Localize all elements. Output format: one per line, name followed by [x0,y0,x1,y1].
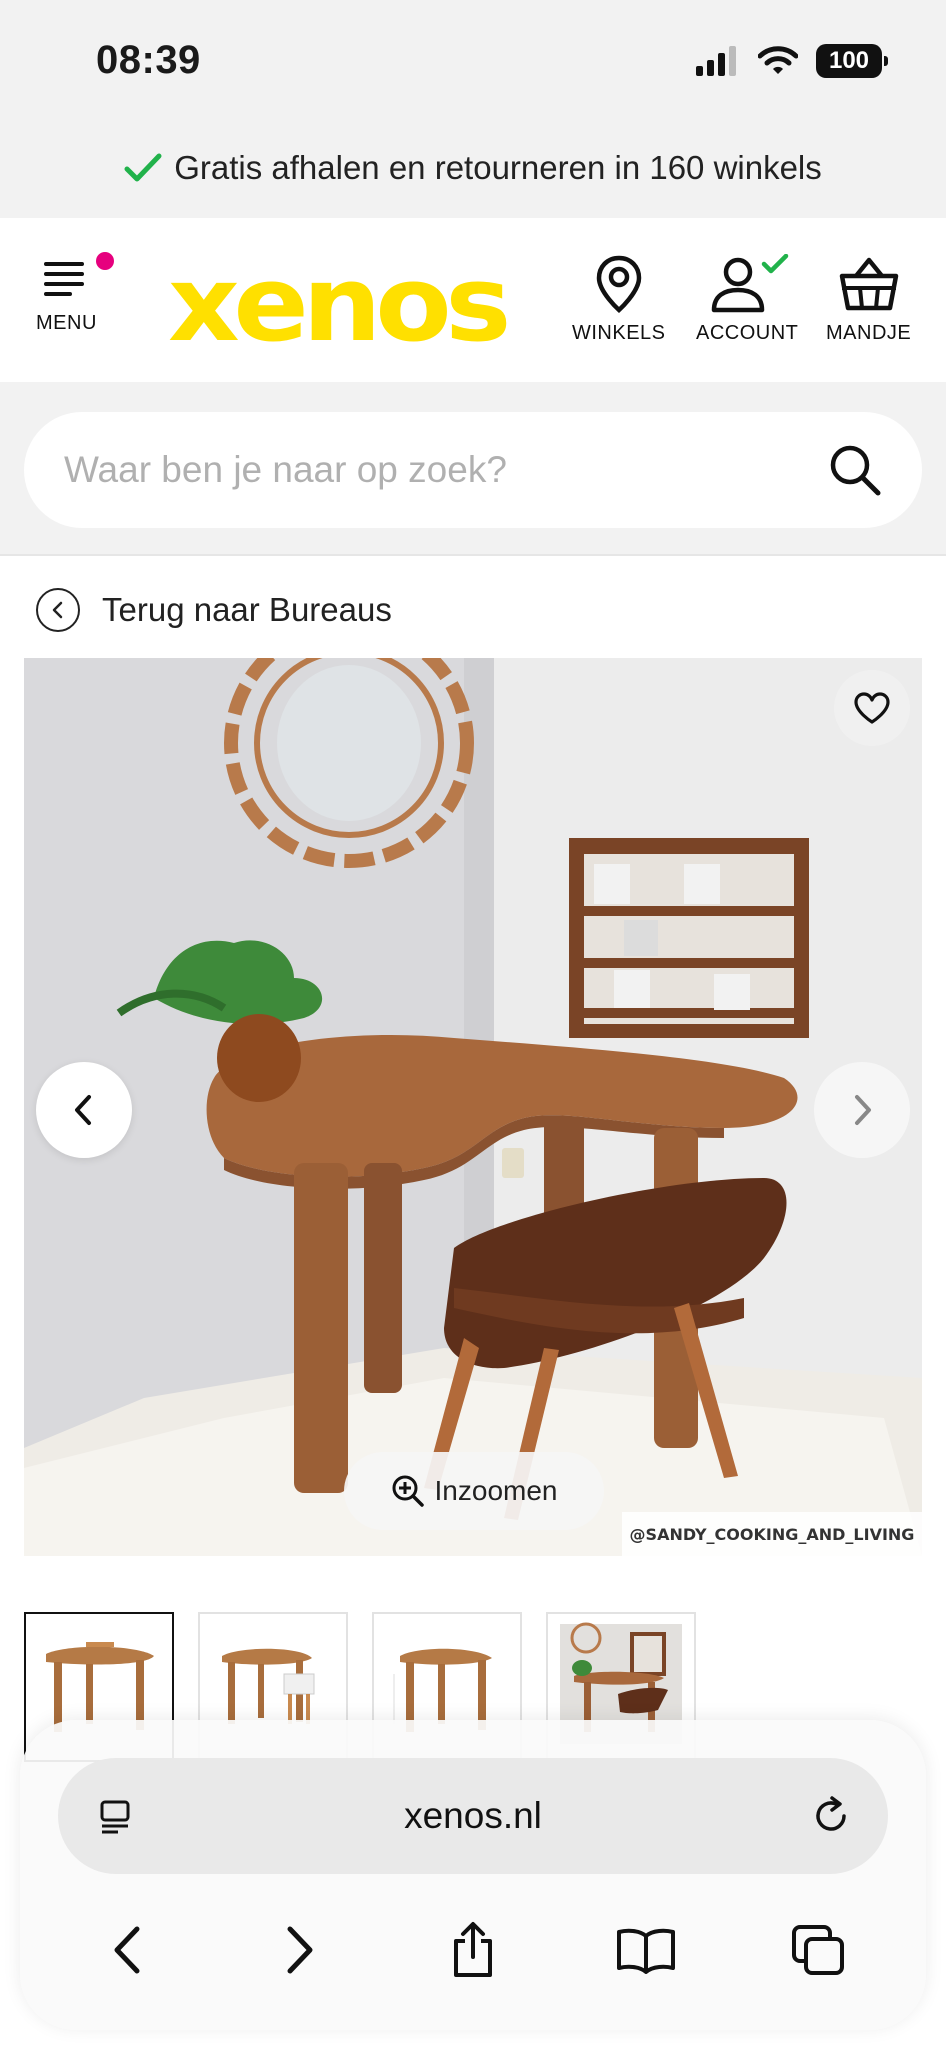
check-icon [124,153,162,182]
basket-icon [839,257,898,311]
heart-icon [854,692,890,724]
search-input[interactable]: Waar ben je naar op zoek? [24,412,922,528]
account-label: ACCOUNT [696,322,799,344]
search-icon[interactable] [828,443,882,497]
product-image-gallery[interactable]: Inzoomen @SANDY_COOKING_AND_LIVING [24,658,922,1556]
signal-icon [696,46,736,76]
promo-text: Gratis afhalen en retourneren in 160 win… [174,149,822,186]
favorite-button[interactable] [834,670,910,746]
wifi-icon [758,46,798,74]
next-image-button[interactable] [814,1062,910,1158]
notification-dot [96,252,115,270]
back-to-category-link[interactable]: Terug naar Bureaus [36,588,392,632]
location-pin-icon [596,255,642,314]
search-section: Waar ben je naar op zoek? [0,382,946,556]
reload-icon[interactable] [810,1794,854,1843]
user-icon [711,254,789,313]
battery-icon: 100 [816,44,888,78]
zoom-in-icon [392,1475,424,1507]
back-label: Terug naar Bureaus [102,591,392,628]
site-header: MENU xenos WINKELS ACCOUNT MANDJE [0,218,946,382]
reader-icon[interactable] [96,1796,136,1841]
cart-button[interactable]: MANDJE [826,254,911,345]
previous-image-button[interactable] [36,1062,132,1158]
chevron-left-circle-icon [36,588,80,632]
status-bar: 08:39 100 [0,0,946,118]
stores-button[interactable]: WINKELS [572,254,666,345]
browser-forward-icon[interactable] [260,1910,340,1990]
photo-credit: @SANDY_COOKING_AND_LIVING [622,1512,922,1556]
url-text[interactable]: xenos.nl [404,1795,542,1837]
tabs-icon[interactable] [779,1910,859,1990]
product-photo [24,658,922,1556]
browser-back-icon[interactable] [87,1910,167,1990]
menu-label: MENU [36,312,97,334]
stores-label: WINKELS [572,322,666,344]
bookmarks-icon[interactable] [606,1910,686,1990]
account-button[interactable]: ACCOUNT [696,254,798,345]
search-placeholder: Waar ben je naar op zoek? [64,449,507,490]
status-icons: 100 [696,44,888,78]
address-bar[interactable]: xenos.nl [58,1758,888,1874]
menu-button[interactable]: MENU [36,252,115,335]
chevron-right-icon [855,1095,871,1125]
chevron-left-icon [75,1095,91,1125]
status-time: 08:39 [96,38,201,82]
xenos-logo[interactable]: xenos [168,252,511,356]
browser-bar: xenos.nl [20,1720,926,2030]
cart-label: MANDJE [826,322,912,344]
promo-banner: Gratis afhalen en retourneren in 160 win… [0,118,946,218]
zoom-button[interactable]: Inzoomen [344,1452,604,1530]
browser-toolbar [20,1910,926,1990]
zoom-label: Inzoomen [434,1475,558,1506]
share-icon[interactable] [433,1910,513,1990]
hamburger-icon [44,262,85,296]
